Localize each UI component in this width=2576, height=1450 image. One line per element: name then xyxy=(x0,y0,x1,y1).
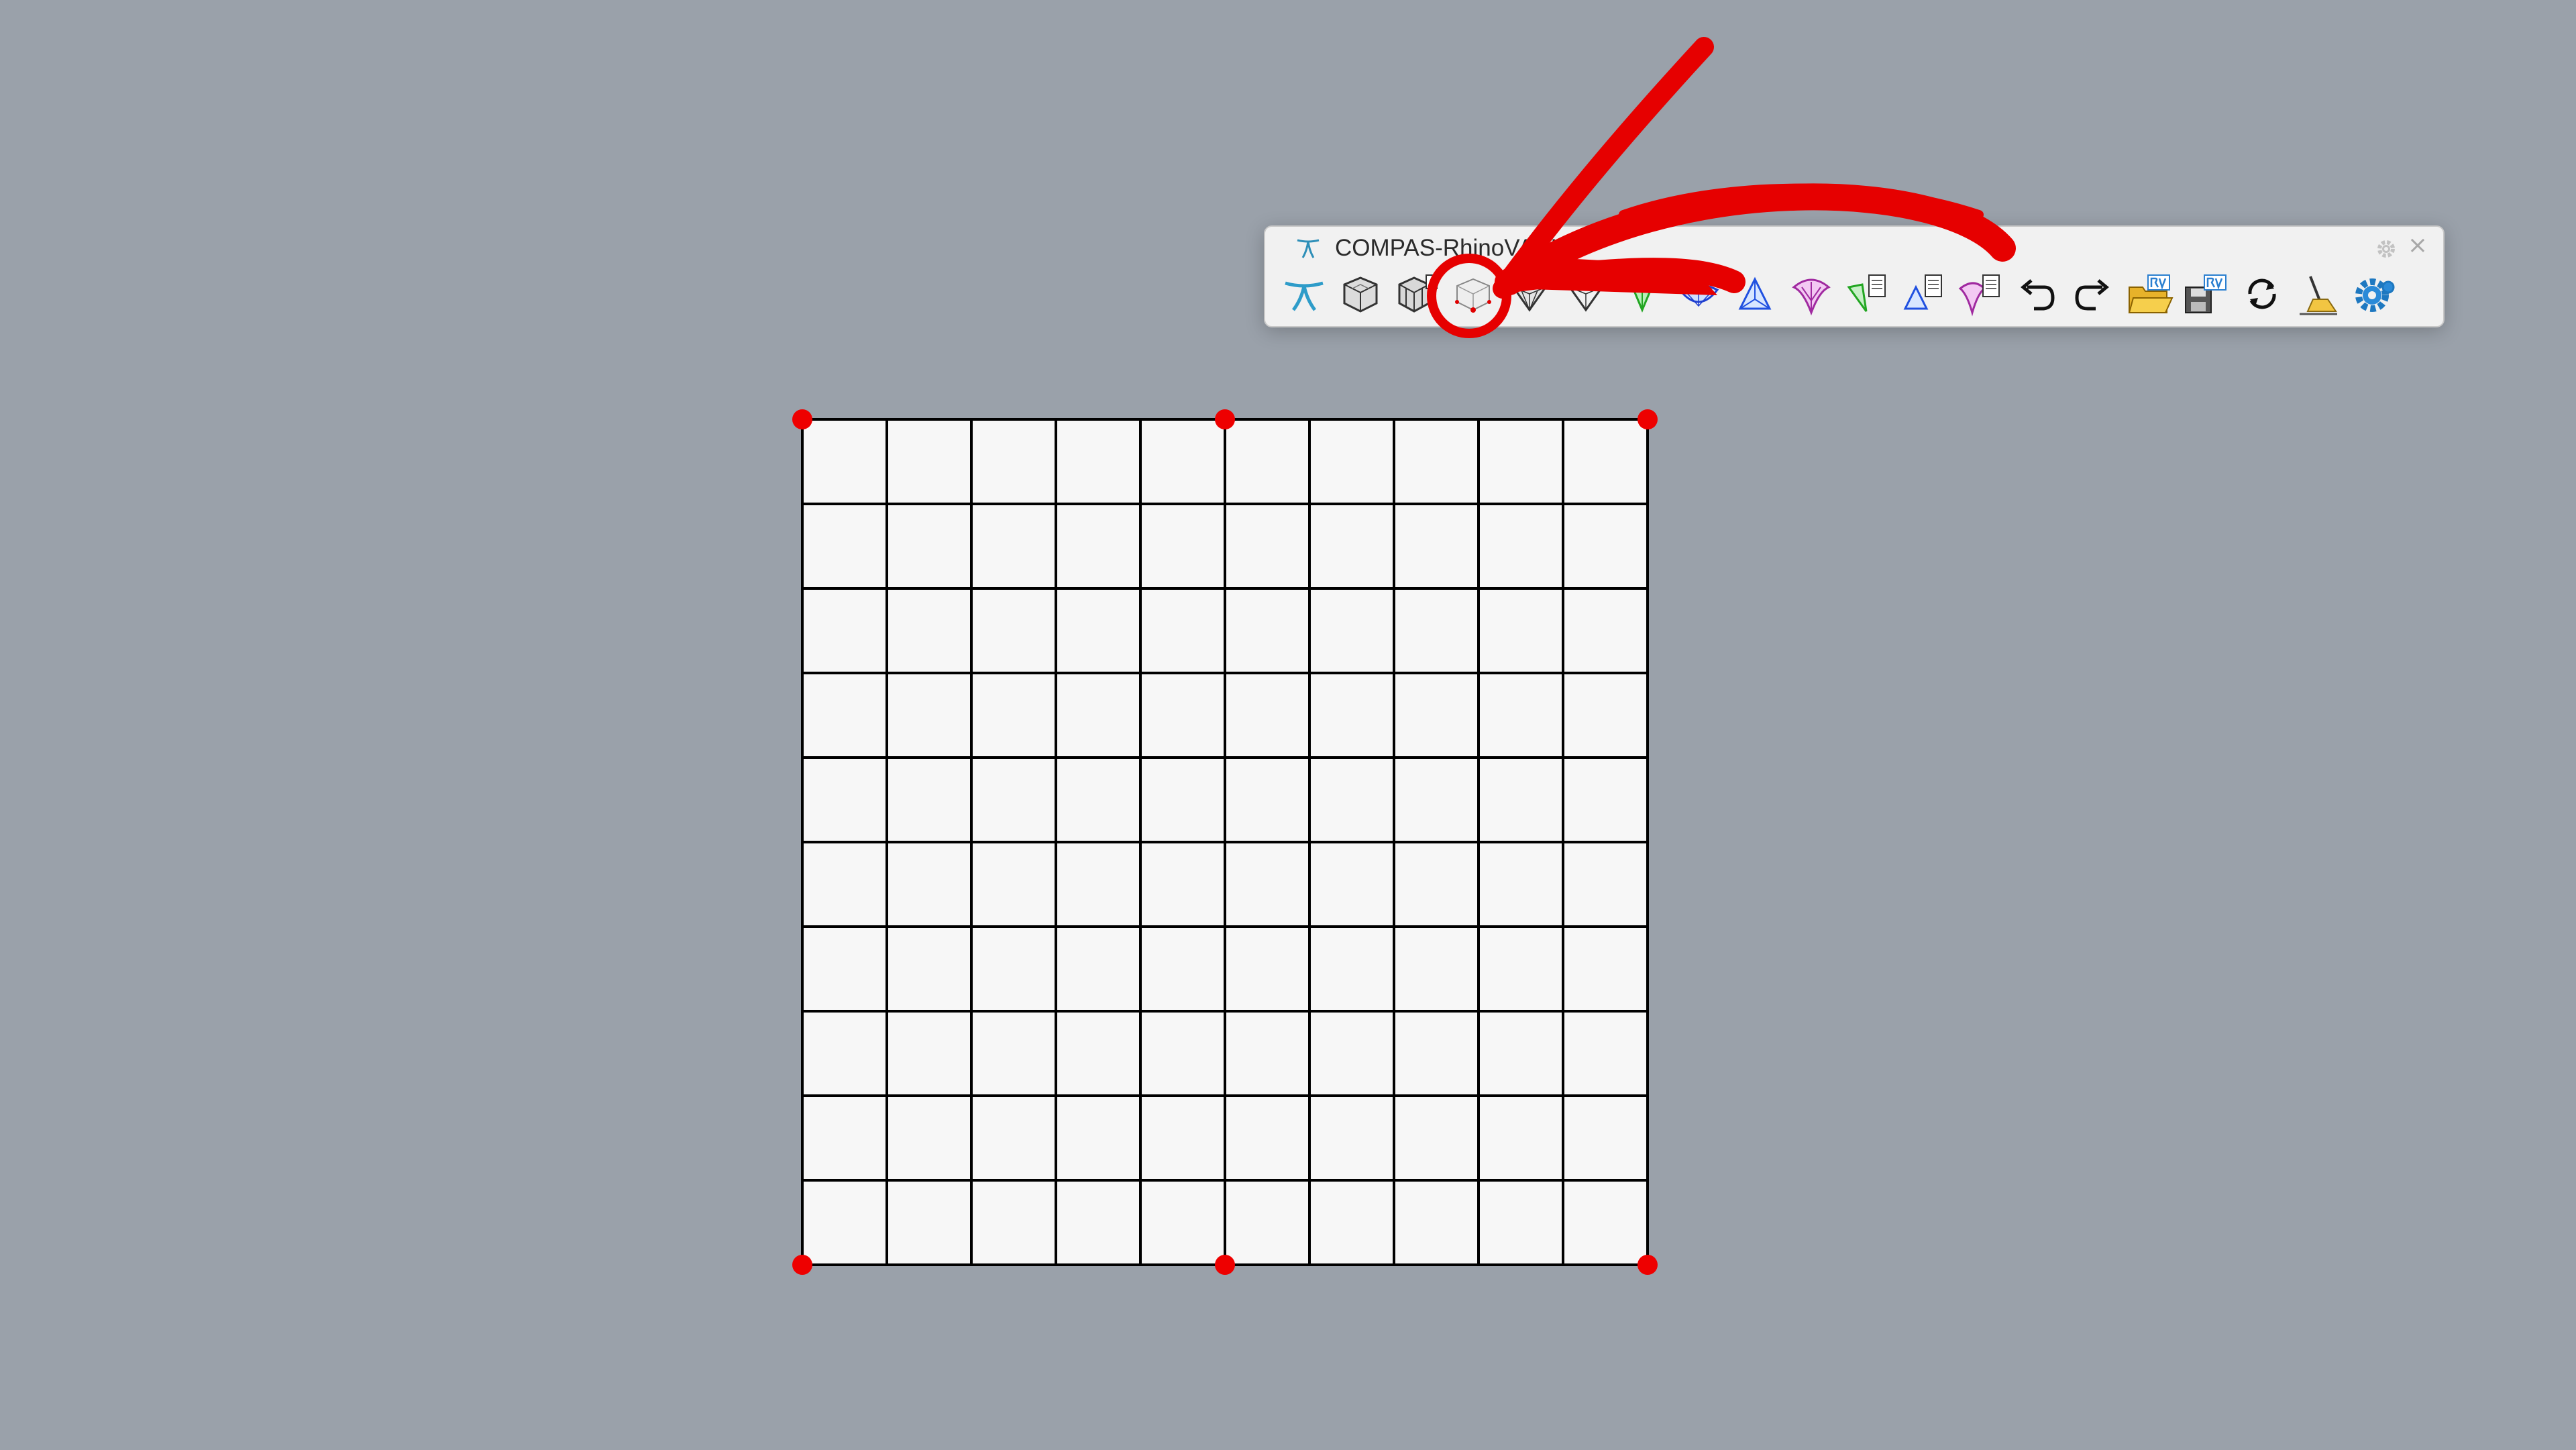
gear-blue-icon xyxy=(2355,278,2395,312)
force-report-button[interactable] xyxy=(1898,267,1949,321)
dual-blue-icon xyxy=(1678,284,1719,307)
vertical-equilibrium-button[interactable] xyxy=(1786,267,1837,321)
form-mesh-grid[interactable] xyxy=(0,0,2576,1450)
open-file-button[interactable] xyxy=(2124,267,2175,321)
refresh-button[interactable] xyxy=(2237,267,2288,321)
support-vertex[interactable] xyxy=(1215,1255,1235,1275)
thrust-report-magenta-icon xyxy=(1958,274,2000,317)
support-vertex[interactable] xyxy=(1638,409,1658,429)
redo-icon xyxy=(2075,279,2109,311)
form-vertices-icon xyxy=(1567,280,1605,312)
support-vertex[interactable] xyxy=(1215,409,1235,429)
modify-form-vertices-button[interactable] xyxy=(1560,267,1611,321)
form-diagram-icon xyxy=(1511,280,1548,312)
rhino-viewport[interactable]: COMPAS-RhinoVAULT × xyxy=(0,0,2576,1450)
box-mesh-icon xyxy=(1343,276,1378,313)
horizontal-blue-icon xyxy=(1738,276,1772,310)
support-vertex[interactable] xyxy=(792,409,812,429)
force-report-blue-icon xyxy=(1903,274,1942,310)
refresh-icon xyxy=(2248,278,2276,309)
rhinovault-toolbar[interactable]: COMPAS-RhinoVAULT × xyxy=(1264,225,2445,327)
rv-logo-button[interactable] xyxy=(1279,267,1330,321)
toolbar-title: COMPAS-RhinoVAULT xyxy=(1335,235,1576,261)
save-rv-disk-icon xyxy=(2185,274,2226,313)
toolbar-settings-icon[interactable] xyxy=(2373,236,2399,262)
rv-logo-icon xyxy=(1285,281,1324,311)
support-vertex[interactable] xyxy=(1638,1255,1658,1275)
modify-form-button[interactable] xyxy=(1504,267,1555,321)
force-diagram-green-icon xyxy=(1629,283,1655,313)
settings-button[interactable] xyxy=(2349,267,2400,321)
rv-logo-small-icon xyxy=(1297,239,1320,258)
undo-icon xyxy=(2021,279,2055,311)
box-mesh-tagged-icon xyxy=(1398,274,1438,313)
toolbar-close-icon[interactable]: × xyxy=(2406,234,2430,258)
dual-button[interactable] xyxy=(1673,267,1724,321)
support-vertex[interactable] xyxy=(792,1255,812,1275)
support-vertices-icon xyxy=(1455,278,1491,313)
horizontal-equilibrium-button[interactable] xyxy=(1729,267,1780,321)
broom-icon xyxy=(2300,276,2337,315)
force-diagram-button[interactable] xyxy=(1617,267,1668,321)
toolbar-title-bar[interactable]: COMPAS-RhinoVAULT × xyxy=(1265,227,2443,268)
form-report-green-icon xyxy=(1847,274,1886,312)
vertical-magenta-icon xyxy=(1792,278,1831,316)
form-from-mesh-button[interactable] xyxy=(1391,267,1442,321)
open-rv-folder-icon xyxy=(2128,274,2174,313)
form-from-surface-button[interactable] xyxy=(1335,267,1386,321)
save-file-button[interactable] xyxy=(2180,267,2231,321)
identify-supports-button[interactable] xyxy=(1448,267,1499,321)
undo-button[interactable] xyxy=(2011,267,2062,321)
redo-button[interactable] xyxy=(2068,267,2118,321)
toolbar-button-row xyxy=(1279,267,2419,321)
form-report-button[interactable] xyxy=(1842,267,1893,321)
clear-button[interactable] xyxy=(2293,267,2344,321)
thrust-report-button[interactable] xyxy=(1955,267,2006,321)
